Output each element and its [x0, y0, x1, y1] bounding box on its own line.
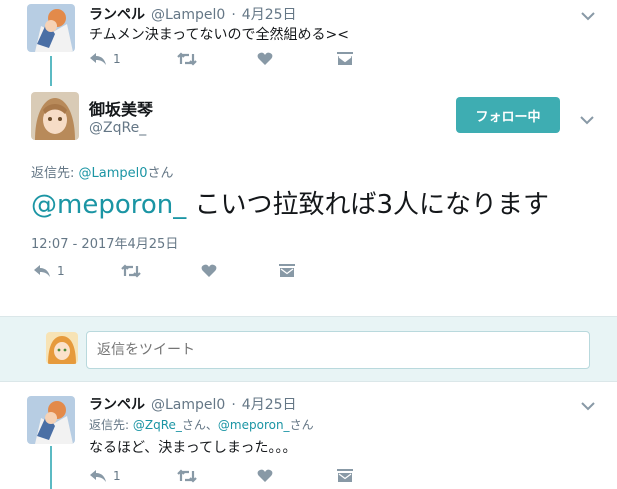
display-name[interactable]: ランペル	[89, 394, 145, 414]
like-button[interactable]	[201, 264, 279, 278]
retweet-button[interactable]	[177, 469, 257, 483]
reply-to-suffix: さん	[289, 418, 314, 432]
retweet-icon	[121, 264, 141, 278]
display-name[interactable]: 御坂美琴	[89, 96, 153, 120]
reply-to-separator: さん、	[181, 418, 218, 432]
username[interactable]: @ZqRe_	[89, 120, 146, 136]
tweet-header: ランペル @Lampel0 · 4月25日	[89, 4, 297, 24]
dm-button[interactable]	[279, 264, 295, 278]
like-icon	[257, 469, 273, 483]
current-user-avatar	[46, 332, 78, 364]
chevron-down-icon[interactable]	[581, 6, 595, 25]
reply-context: 返信先: @ZqRe_さん、@meporon_さん	[89, 416, 314, 433]
reply-button[interactable]: 1	[89, 52, 177, 66]
tweet-text: なるほど、決まってしまった。。。	[89, 440, 297, 456]
reply-to-label: 返信先:	[89, 418, 133, 432]
like-icon	[201, 264, 217, 278]
username[interactable]: @Lampel0	[151, 397, 225, 413]
retweet-icon	[177, 52, 197, 66]
dm-icon	[337, 469, 353, 483]
reply-to-user-link[interactable]: @meporon_	[218, 418, 290, 432]
dm-icon	[279, 264, 295, 278]
tweet-date[interactable]: 4月25日	[242, 4, 297, 24]
tweet-date[interactable]: 4月25日	[242, 394, 297, 414]
tweet-text: チムメン決まってないので全然組める><	[89, 27, 349, 43]
tweet-actions: 1	[89, 52, 353, 66]
display-name[interactable]: ランペル	[89, 4, 145, 24]
tweet-actions: 1	[33, 264, 295, 278]
mention-link[interactable]: @meporon_	[31, 190, 186, 220]
tweet-body: こいつ拉致れば3人になります	[186, 190, 550, 220]
like-button[interactable]	[257, 469, 337, 483]
tweet-actions: 1	[89, 469, 353, 483]
following-button[interactable]: フォロー中	[456, 97, 560, 133]
avatar[interactable]	[31, 92, 79, 140]
reply-icon	[33, 264, 51, 278]
tweet-timestamp[interactable]: 12:07 - 2017年4月25日	[31, 233, 178, 252]
like-button[interactable]	[257, 52, 337, 66]
username[interactable]: @Lampel0	[151, 7, 225, 23]
reply-count: 1	[57, 264, 65, 278]
reply-count: 1	[113, 52, 121, 66]
reply-button[interactable]: 1	[89, 469, 177, 483]
separator: ·	[231, 7, 236, 23]
reply-to-user-link[interactable]: @ZqRe_	[133, 418, 182, 432]
avatar[interactable]	[27, 4, 75, 52]
reply-count: 1	[113, 469, 121, 483]
tweet-text: @meporon_ こいつ拉致れば3人になります	[31, 184, 549, 221]
reply-to-user-link[interactable]: @Lampel0	[79, 166, 148, 181]
thread-line-top	[50, 56, 52, 86]
reply-to-label: 返信先:	[31, 166, 79, 181]
retweet-button[interactable]	[121, 264, 201, 278]
thread-line-bottom	[50, 446, 52, 489]
reply-context: 返信先: @Lampel0さん	[31, 162, 174, 181]
reply-input[interactable]	[86, 331, 590, 369]
reply-icon	[89, 469, 107, 483]
dm-icon	[337, 52, 353, 66]
reply-to-suffix: さん	[147, 166, 174, 181]
dm-button[interactable]	[337, 469, 353, 483]
like-icon	[257, 52, 273, 66]
reply-icon	[89, 52, 107, 66]
reply-bar	[0, 316, 617, 382]
avatar[interactable]	[27, 396, 75, 444]
dm-button[interactable]	[337, 52, 353, 66]
tweet-header: ランペル @Lampel0 · 4月25日	[89, 394, 297, 414]
separator: ·	[231, 397, 236, 413]
chevron-down-icon[interactable]	[581, 396, 595, 415]
retweet-button[interactable]	[177, 52, 257, 66]
chevron-down-icon[interactable]	[580, 110, 594, 129]
reply-button[interactable]: 1	[33, 264, 121, 278]
retweet-icon	[177, 469, 197, 483]
